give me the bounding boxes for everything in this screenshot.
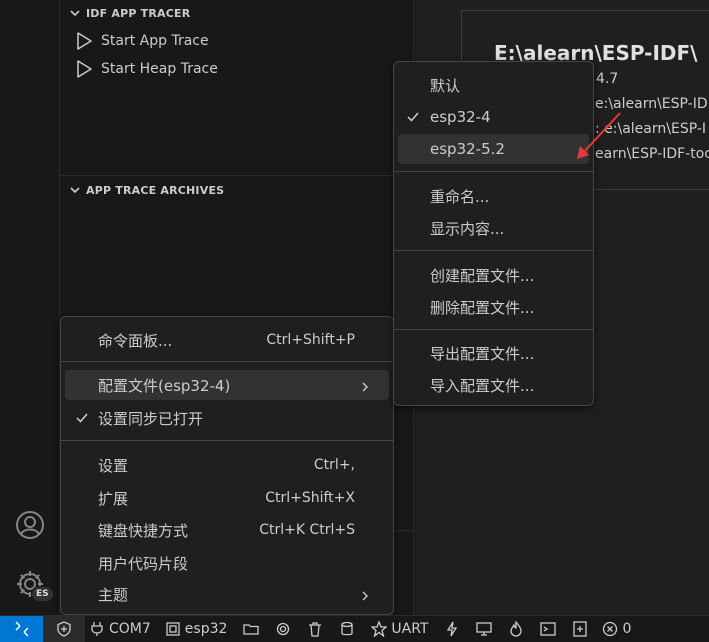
tree-item-start-heap-trace[interactable]: Start Heap Trace xyxy=(74,56,218,82)
menu-item-label: 默认 xyxy=(430,76,461,95)
menu-item-themes[interactable]: 主题 xyxy=(65,579,389,609)
menu-item-label: 导入配置文件... xyxy=(430,376,535,395)
menu-item-label: 键盘快捷方式 xyxy=(98,521,189,540)
menu-item-label: 扩展 xyxy=(98,489,129,508)
flash-mode-label: UART xyxy=(391,621,429,637)
menu-separator xyxy=(394,171,593,172)
menu-item-command-palette[interactable]: 命令面板... Ctrl+Shift+P xyxy=(65,325,389,355)
menu-item-user-snippets[interactable]: 用户代码片段 xyxy=(65,548,389,578)
menu-item-export-profile[interactable]: 导出配置文件... xyxy=(398,338,589,368)
manage-menu: 命令面板... Ctrl+Shift+P 配置文件(esp32-4) 设置同步已… xyxy=(60,316,394,615)
section-divider xyxy=(60,175,414,176)
menu-item-label: 用户代码片段 xyxy=(98,554,189,573)
menu-item-settings-sync[interactable]: 设置同步已打开 xyxy=(65,403,389,433)
menu-item-label: esp32-4 xyxy=(430,108,491,126)
menu-item-rename[interactable]: 重命名... xyxy=(398,181,589,211)
menu-item-profiles[interactable]: 配置文件(esp32-4) xyxy=(65,370,389,400)
database-icon[interactable] xyxy=(335,616,359,642)
menu-item-profile-esp32-5-2[interactable]: esp32-5.2 xyxy=(398,134,589,164)
section-header-app-trace-archives[interactable]: APP TRACE ARCHIVES xyxy=(60,179,414,201)
plug-icon xyxy=(91,622,103,636)
target-item[interactable]: esp32 xyxy=(161,616,232,642)
lightning-icon[interactable] xyxy=(440,616,464,642)
play-icon xyxy=(74,59,94,79)
menu-separator xyxy=(61,440,393,441)
menu-item-label: 显示内容... xyxy=(430,219,505,238)
extensions-icon[interactable] xyxy=(14,0,46,24)
menu-item-show-contents[interactable]: 显示内容... xyxy=(398,213,589,243)
problems-item[interactable]: 0 xyxy=(598,616,635,642)
menu-item-label: 导出配置文件... xyxy=(430,344,535,363)
chevron-down-icon xyxy=(68,6,82,20)
chevron-right-icon xyxy=(359,588,371,601)
activity-bar: ES xyxy=(0,0,60,615)
menu-item-label: 命令面板... xyxy=(98,331,173,350)
menu-item-label: 设置 xyxy=(98,456,129,475)
menu-separator xyxy=(394,250,593,251)
check-icon xyxy=(406,110,420,124)
menu-item-label: 删除配置文件... xyxy=(430,298,535,317)
menu-item-keyboard-shortcuts[interactable]: 键盘快捷方式 Ctrl+K Ctrl+S xyxy=(65,515,389,545)
section-header-idf-app-tracer[interactable]: IDF APP TRACER xyxy=(60,2,414,24)
account-icon[interactable] xyxy=(14,509,46,541)
menu-item-delete-profile[interactable]: 删除配置文件... xyxy=(398,292,589,322)
shield-icon[interactable] xyxy=(43,615,85,642)
gear-icon[interactable] xyxy=(271,616,295,642)
section-title: IDF APP TRACER xyxy=(86,6,191,20)
section-title: APP TRACE ARCHIVES xyxy=(86,183,225,197)
trash-icon[interactable] xyxy=(303,616,327,642)
menu-item-shortcut: Ctrl+Shift+P xyxy=(266,332,355,348)
menu-item-profile-default[interactable]: 默认 xyxy=(398,70,589,100)
menu-item-shortcut: Ctrl+Shift+X xyxy=(265,490,355,506)
serial-port-item[interactable]: COM7 xyxy=(85,616,155,642)
tree-item-label: Start Heap Trace xyxy=(101,61,218,77)
menu-item-label: 主题 xyxy=(98,585,129,604)
terminal-icon[interactable] xyxy=(536,616,560,642)
error-icon xyxy=(603,621,618,637)
menu-item-label: 创建配置文件... xyxy=(430,266,535,285)
tree-item-start-app-trace[interactable]: Start App Trace xyxy=(74,28,209,54)
menu-item-create-profile[interactable]: 创建配置文件... xyxy=(398,260,589,290)
editor-line: earn\ESP-IDF-toc xyxy=(595,146,709,162)
menu-item-import-profile[interactable]: 导入配置文件... xyxy=(398,370,589,400)
profile-badge: ES xyxy=(31,586,54,602)
editor-line: e:\alearn\ESP-IDF xyxy=(595,96,709,112)
menu-item-label: esp32-5.2 xyxy=(430,140,505,158)
menu-item-settings[interactable]: 设置 Ctrl+, xyxy=(65,450,389,480)
menu-item-label: 配置文件(esp32-4) xyxy=(98,376,231,395)
editor-line: 4.7 xyxy=(596,71,619,87)
error-count: 0 xyxy=(622,621,632,637)
menu-item-extensions[interactable]: 扩展 Ctrl+Shift+X xyxy=(65,483,389,513)
flame-icon[interactable] xyxy=(504,616,528,642)
menu-separator xyxy=(61,361,393,362)
editor-line: : e:\alearn\ESP-I xyxy=(595,121,707,137)
target-label: esp32 xyxy=(184,621,228,637)
monitor-icon[interactable] xyxy=(472,616,496,642)
menu-item-shortcut: Ctrl+, xyxy=(313,457,355,473)
serial-port-label: COM7 xyxy=(109,621,151,637)
status-bar: COM7 esp32 UART 0 xyxy=(0,615,709,642)
chevron-down-icon xyxy=(68,183,82,197)
doctor-icon[interactable] xyxy=(568,616,592,642)
menu-separator xyxy=(394,329,593,330)
menu-item-profile-esp32-4[interactable]: esp32-4 xyxy=(398,102,589,132)
profiles-submenu: 默认 esp32-4 esp32-5.2 重命名... 显示内容... 创建配置… xyxy=(393,61,594,406)
chevron-right-icon xyxy=(359,379,371,392)
remote-indicator[interactable] xyxy=(0,615,43,642)
check-icon xyxy=(75,411,89,425)
tree-item-label: Start App Trace xyxy=(101,33,209,49)
menu-item-label: 设置同步已打开 xyxy=(98,409,204,428)
chip-icon xyxy=(166,622,180,636)
star-icon xyxy=(371,621,388,637)
menu-item-label: 重命名... xyxy=(430,187,490,206)
folder-icon[interactable] xyxy=(239,616,263,642)
play-icon xyxy=(74,31,94,51)
menu-item-shortcut: Ctrl+K Ctrl+S xyxy=(259,522,355,538)
flash-mode-item[interactable]: UART xyxy=(367,616,432,642)
